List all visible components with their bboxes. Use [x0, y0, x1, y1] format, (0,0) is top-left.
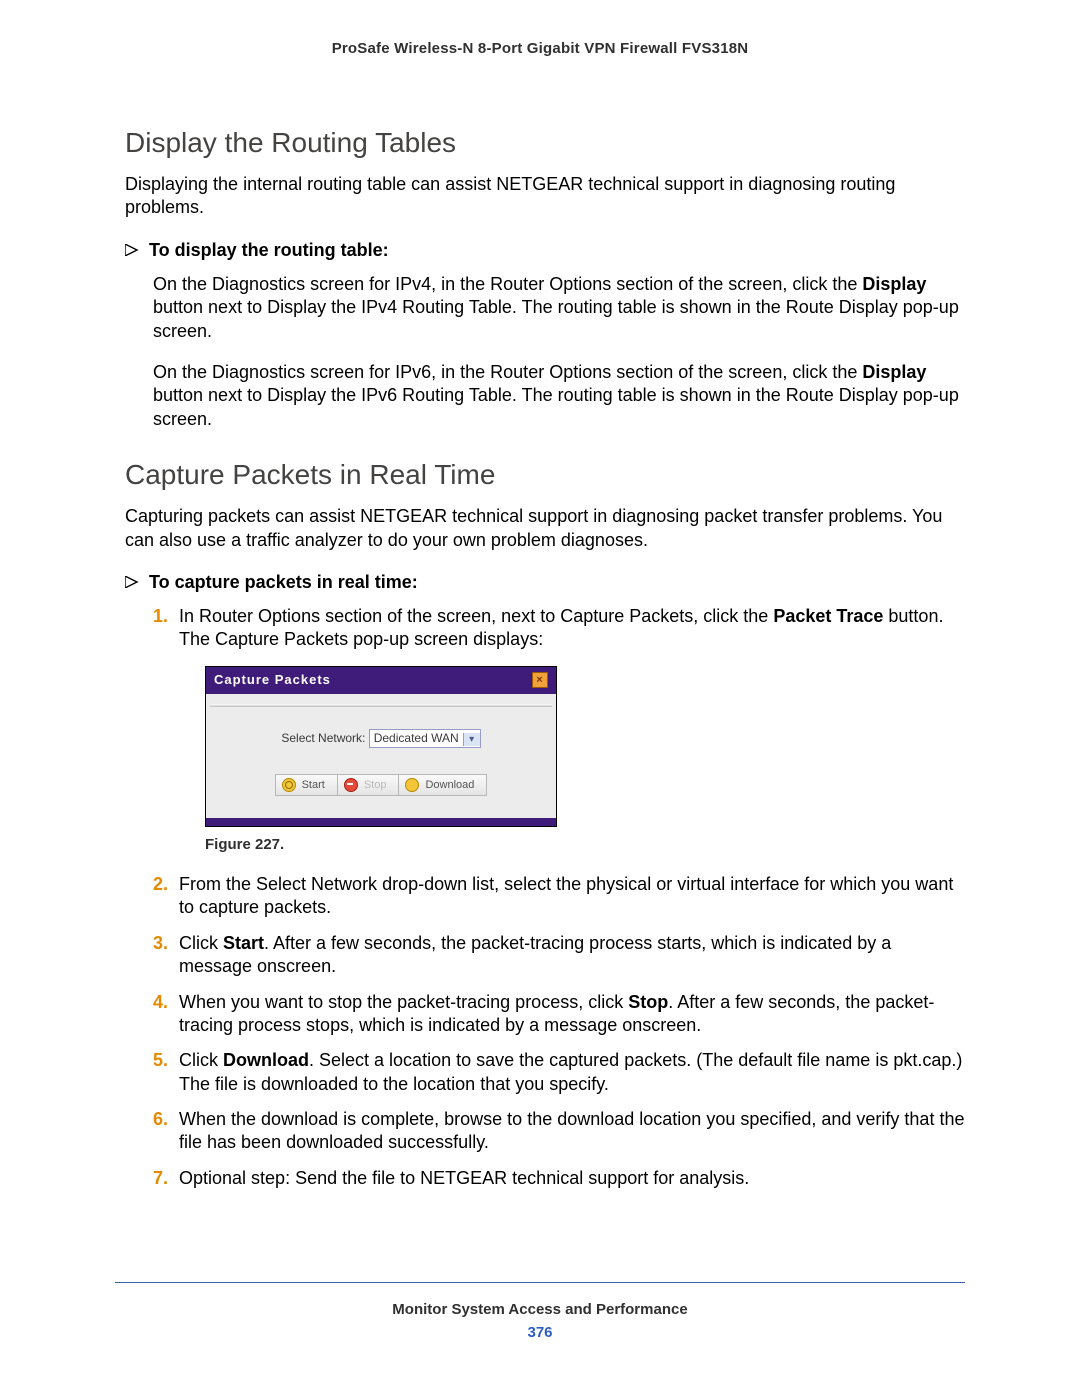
text: On the Diagnostics screen for IPv6, in t…	[153, 362, 862, 382]
bold-text: Stop	[628, 992, 668, 1012]
text: From the Select Network drop-down list, …	[179, 874, 953, 917]
button-label: Start	[302, 778, 325, 792]
divider	[210, 704, 552, 707]
popup-bottom-bar	[206, 818, 556, 826]
text: On the Diagnostics screen for IPv4, in t…	[153, 274, 862, 294]
text: When the download is complete, browse to…	[179, 1109, 964, 1152]
step-item: 5. Click Download. Select a location to …	[153, 1049, 965, 1096]
step-number: 1.	[153, 605, 168, 628]
popup-title-text: Capture Packets	[214, 672, 331, 689]
triangle-right-icon	[125, 244, 139, 256]
text: button next to Display the IPv4 Routing …	[153, 297, 959, 340]
step-number: 7.	[153, 1167, 168, 1190]
procedure-heading: To display the routing table:	[125, 240, 965, 261]
step-number: 4.	[153, 991, 168, 1014]
bold-text: Display	[862, 274, 926, 294]
page-content: Display the Routing Tables Displaying th…	[115, 127, 965, 1190]
step-number: 2.	[153, 873, 168, 896]
text: Click	[179, 933, 223, 953]
procedure-heading: To capture packets in real time:	[125, 572, 965, 593]
start-icon	[282, 778, 296, 792]
select-network-dropdown[interactable]: Dedicated WAN▾	[369, 729, 481, 749]
button-label: Stop	[364, 778, 387, 792]
download-icon	[405, 778, 419, 792]
step-item: 2. From the Select Network drop-down lis…	[153, 873, 965, 920]
step-number: 6.	[153, 1108, 168, 1131]
figure-capture-packets-popup: Capture Packets × Select Network: Dedica…	[205, 666, 965, 828]
footer-page-number: 376	[115, 1324, 965, 1341]
step-item: 4. When you want to stop the packet-trac…	[153, 991, 965, 1038]
bold-text: Download	[223, 1050, 309, 1070]
body-text: On the Diagnostics screen for IPv6, in t…	[153, 361, 965, 431]
bold-text: Start	[223, 933, 264, 953]
stop-icon	[344, 778, 358, 792]
capture-packets-popup: Capture Packets × Select Network: Dedica…	[205, 666, 557, 828]
triangle-right-icon	[125, 576, 139, 588]
body-text: On the Diagnostics screen for IPv4, in t…	[153, 273, 965, 343]
step-item: 6. When the download is complete, browse…	[153, 1108, 965, 1155]
body-text: Displaying the internal routing table ca…	[125, 173, 965, 220]
footer-chapter-title: Monitor System Access and Performance	[115, 1301, 965, 1318]
procedure-title: To display the routing table:	[149, 240, 389, 261]
start-button[interactable]: Start	[275, 774, 338, 796]
close-icon[interactable]: ×	[532, 672, 548, 688]
figure-caption: Figure 227.	[205, 835, 965, 855]
text: Click	[179, 1050, 223, 1070]
procedure-title: To capture packets in real time:	[149, 572, 418, 593]
popup-titlebar: Capture Packets ×	[206, 667, 556, 694]
button-label: Download	[425, 778, 474, 792]
bold-text: Display	[862, 362, 926, 382]
text: . After a few seconds, the packet-tracin…	[179, 933, 891, 976]
select-network-row: Select Network: Dedicated WAN▾	[206, 729, 556, 749]
text: button next to Display the IPv6 Routing …	[153, 385, 959, 428]
page-footer: Monitor System Access and Performance 37…	[115, 1282, 965, 1341]
step-item: 3. Click Start. After a few seconds, the…	[153, 932, 965, 979]
select-network-value: Dedicated WAN	[370, 730, 463, 748]
popup-body: Select Network: Dedicated WAN▾ Start	[206, 694, 556, 819]
procedure-steps: 1. In Router Options section of the scre…	[153, 605, 965, 1190]
step-item: 7. Optional step: Send the file to NETGE…	[153, 1167, 965, 1190]
download-button[interactable]: Download	[399, 774, 487, 796]
popup-button-row: Start Stop Download	[206, 774, 556, 796]
section-heading-routing-tables: Display the Routing Tables	[125, 127, 965, 159]
footer-rule	[115, 1282, 965, 1283]
text: When you want to stop the packet-tracing…	[179, 992, 628, 1012]
bold-text: Packet Trace	[773, 606, 883, 626]
text: Optional step: Send the file to NETGEAR …	[179, 1168, 749, 1188]
stop-button[interactable]: Stop	[338, 774, 400, 796]
text: In Router Options section of the screen,…	[179, 606, 773, 626]
section-heading-capture-packets: Capture Packets in Real Time	[125, 459, 965, 491]
select-network-label: Select Network:	[281, 731, 365, 745]
page-header: ProSafe Wireless-N 8-Port Gigabit VPN Fi…	[115, 40, 965, 57]
body-text: Capturing packets can assist NETGEAR tec…	[125, 505, 965, 552]
step-number: 3.	[153, 932, 168, 955]
step-number: 5.	[153, 1049, 168, 1072]
chevron-down-icon: ▾	[463, 733, 480, 746]
step-item: 1. In Router Options section of the scre…	[153, 605, 965, 855]
